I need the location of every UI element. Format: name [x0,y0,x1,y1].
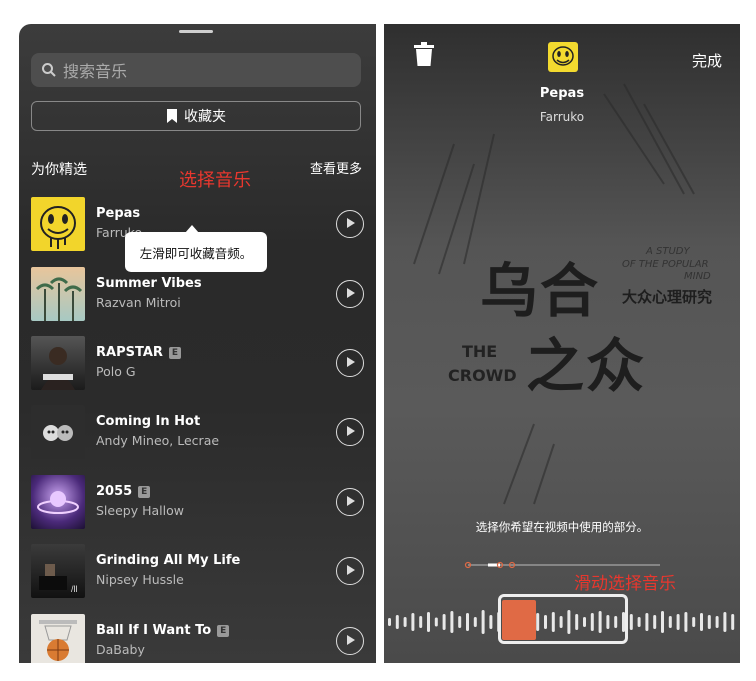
track-title: RAPSTAR [96,345,163,360]
song-artist: Farruko [539,110,585,124]
waveform-bar [692,617,696,627]
track-title: Pepas [96,206,141,221]
track-artist: Nipsey Hussle [96,572,184,587]
track-artist: Andy Mineo, Lecrae [96,433,220,448]
favorites-button[interactable]: 收藏夹 [31,101,361,131]
selection-hint: 选择你希望在视频中使用的部分。 [475,520,649,534]
waveform-bar [661,611,664,633]
track-row[interactable]: Ball If I Want To E DaBaby [31,614,366,663]
track-row[interactable]: Summer Vibes Razvan Mitroi [31,267,366,323]
album-art [31,475,85,529]
album-art [31,267,85,321]
waveform-bar [395,615,399,629]
favorites-label: 收藏夹 [184,109,226,125]
explicit-badge: E [168,346,181,359]
waveform-bar [637,617,641,627]
waveform-bar [676,614,680,630]
book-title-en-2: CROWD [448,366,517,385]
waveform-bar [411,613,415,631]
book-subtitle-en-3: MIND [684,271,711,282]
play-button[interactable] [336,349,364,377]
waveform-bar [419,616,423,628]
song-title: Pepas [539,86,585,101]
track-title: Grinding All My Life [96,553,241,568]
drag-handle[interactable] [179,30,213,33]
play-button[interactable] [336,488,364,516]
waveform-bar [668,616,672,628]
track-title: Summer Vibes [96,276,202,291]
waveform-bar [700,613,703,631]
waveform-bar [403,617,407,627]
play-button[interactable] [336,627,364,655]
album-art [31,405,85,459]
song-art [548,42,578,72]
track-row[interactable]: RAPSTAR E Polo G [31,336,366,392]
book-title-cn-2: 之众 [526,332,647,400]
book-subtitle-cn: 大众心理研究 [622,288,713,306]
explicit-badge: E [138,485,151,498]
svg-text:/ll: /ll [71,584,78,594]
done-button[interactable]: 完成 [692,50,722,71]
search-placeholder: 搜索音乐 [63,62,128,81]
play-button[interactable] [336,557,364,585]
waveform-bar [653,615,657,629]
track-row[interactable]: /ll Grinding All My Life Nipsey Hussle [31,544,366,600]
waveform-bar [707,615,711,629]
waveform-bar [388,618,391,626]
album-art [31,336,85,390]
waveform-bar [434,617,438,627]
trash-icon [414,42,434,66]
waveform-bar [427,612,430,632]
waveform-bar [723,612,727,632]
swipe-hint-tooltip: 左滑即可收藏音频。 [125,225,267,272]
track-row[interactable]: Coming In Hot Andy Mineo, Lecrae [31,405,366,461]
book-subtitle-en-1: A STUDY [646,246,690,257]
see-more-link[interactable]: 查看更多 [310,158,362,177]
play-button[interactable] [336,280,364,308]
search-input[interactable]: 搜索音乐 [31,53,361,87]
waveform-bar [489,615,493,629]
waveform-bar [731,614,735,630]
waveform-bar [684,612,688,632]
waveform-bar [458,616,462,628]
book-subtitle-en-2: OF THE POPULAR [622,259,709,270]
track-artist: Razvan Mitroi [96,295,181,310]
annotation-slide-select: 滑动选择音乐 [574,574,676,594]
waveform-selection-handle[interactable] [498,594,628,644]
waveform-bar [481,610,485,634]
waveform-bar [466,613,469,631]
track-title: Coming In Hot [96,414,201,429]
track-row[interactable]: 2055 E Sleepy Hallow [31,475,366,531]
delete-button[interactable] [413,42,435,70]
track-title: Ball If I Want To [96,623,212,638]
waveform-bar [473,617,477,627]
album-art [31,614,85,663]
annotation-select-music: 选择音乐 [179,170,251,191]
bookmark-icon [167,109,177,123]
waveform-bar [442,614,446,630]
search-icon [42,63,56,77]
track-artist: DaBaby [96,642,145,657]
track-title: 2055 [96,484,133,499]
section-title: 为你精选 [31,162,87,178]
book-title-cn-1: 乌合 [480,257,601,325]
track-artist: Polo G [96,364,136,379]
music-picker-panel: 搜索音乐 收藏夹 为你精选 查看更多 选择音乐 Pepas Farruko Su… [19,24,376,663]
waveform-bar [450,611,454,633]
music-trim-panel: 完成 Pepas Farruko 乌合 之众 THE CROWD A STUDY… [384,24,740,663]
waveform-bar [715,616,719,628]
album-art [31,197,85,251]
explicit-badge: E [217,624,230,637]
waveform-bar [645,613,649,631]
track-artist: Sleepy Hallow [96,503,184,518]
play-button[interactable] [336,210,364,238]
play-button[interactable] [336,418,364,446]
album-art: /ll [31,544,85,598]
book-title-en-1: THE [462,342,498,361]
waveform-bar [629,614,633,630]
